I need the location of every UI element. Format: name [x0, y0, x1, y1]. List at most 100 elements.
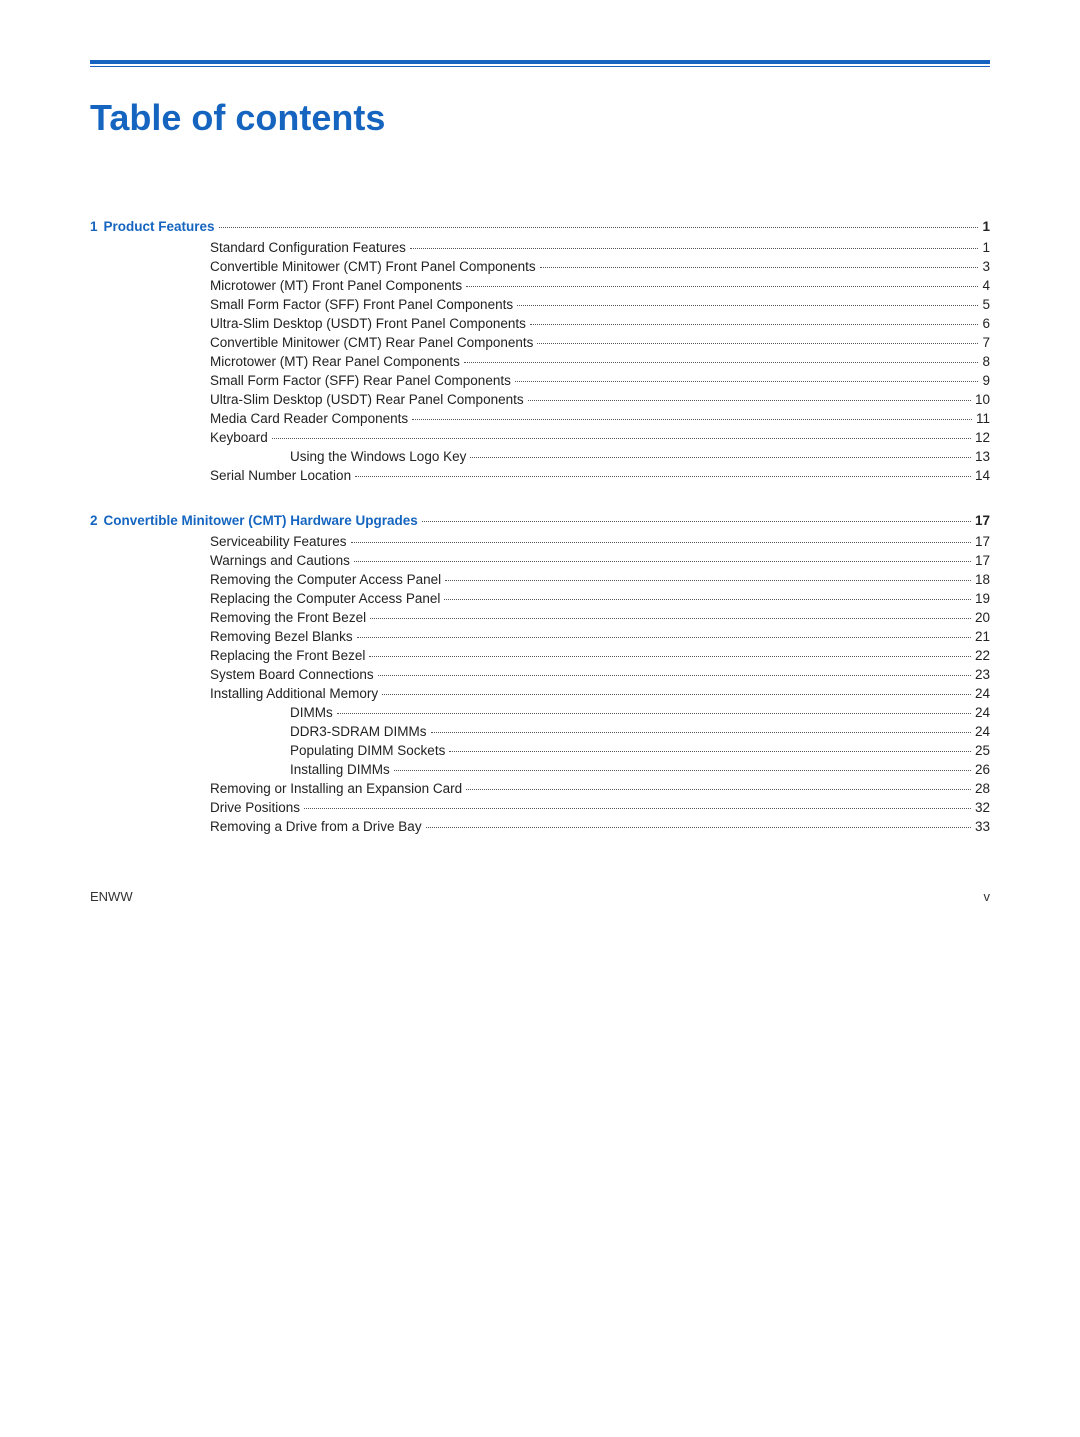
toc-entry-label: Small Form Factor (SFF) Rear Panel Compo… — [210, 373, 511, 388]
toc-entry-page: 32 — [975, 800, 990, 815]
toc-dots — [382, 694, 971, 695]
toc-entry[interactable]: Convertible Minitower (CMT) Rear Panel C… — [90, 335, 990, 350]
toc-entry-label: Installing Additional Memory — [210, 686, 378, 701]
toc-entry-page: 7 — [982, 335, 990, 350]
page-container: Table of contents 1Product Features1Stan… — [0, 0, 1080, 944]
toc-dots — [464, 362, 979, 363]
toc-entry[interactable]: Media Card Reader Components11 — [90, 411, 990, 426]
toc-entry[interactable]: Microtower (MT) Front Panel Components 4 — [90, 278, 990, 293]
toc-entry[interactable]: Replacing the Computer Access Panel19 — [90, 591, 990, 606]
toc-dots — [515, 381, 979, 382]
toc-entry[interactable]: Ultra-Slim Desktop (USDT) Rear Panel Com… — [90, 392, 990, 407]
toc-entry[interactable]: Populating DIMM Sockets 25 — [90, 743, 990, 758]
toc-entry[interactable]: Small Form Factor (SFF) Rear Panel Compo… — [90, 373, 990, 388]
toc-entry[interactable]: Replacing the Front Bezel22 — [90, 648, 990, 663]
toc-entry[interactable]: Installing DIMMs26 — [90, 762, 990, 777]
toc-entry-page: 1 — [982, 240, 990, 255]
toc-entry-label: Removing the Front Bezel — [210, 610, 366, 625]
toc-entry[interactable]: Drive Positions32 — [90, 800, 990, 815]
toc-dots — [369, 656, 971, 657]
toc-entry[interactable]: DIMMs24 — [90, 705, 990, 720]
chapter-entry-1[interactable]: 1Product Features1 — [90, 219, 990, 234]
toc-content: 1Product Features1Standard Configuration… — [90, 219, 990, 834]
toc-entry[interactable]: Removing the Computer Access Panel18 — [90, 572, 990, 587]
toc-entry-page: 23 — [975, 667, 990, 682]
toc-entry-page: 25 — [975, 743, 990, 758]
top-border-thick — [90, 60, 990, 64]
chapter-entry-2[interactable]: 2Convertible Minitower (CMT) Hardware Up… — [90, 513, 990, 528]
toc-entry-page: 12 — [975, 430, 990, 445]
toc-dots — [412, 419, 972, 420]
toc-entry-label: Removing a Drive from a Drive Bay — [210, 819, 422, 834]
toc-dots — [337, 713, 971, 714]
toc-entry-label: Replacing the Computer Access Panel — [210, 591, 440, 606]
footer-right: v — [984, 889, 991, 904]
toc-entry[interactable]: Convertible Minitower (CMT) Front Panel … — [90, 259, 990, 274]
chapter-label: Product Features — [104, 219, 215, 234]
toc-entry-label: Small Form Factor (SFF) Front Panel Comp… — [210, 297, 513, 312]
toc-dots — [470, 457, 971, 458]
toc-entry-page: 3 — [982, 259, 990, 274]
toc-entry-page: 13 — [975, 449, 990, 464]
toc-entry[interactable]: Small Form Factor (SFF) Front Panel Comp… — [90, 297, 990, 312]
toc-entry-page: 17 — [975, 553, 990, 568]
toc-entry[interactable]: Microtower (MT) Rear Panel Components 8 — [90, 354, 990, 369]
toc-dots — [528, 400, 971, 401]
toc-entry-page: 9 — [982, 373, 990, 388]
toc-entry-page: 4 — [982, 278, 990, 293]
toc-dots — [370, 618, 971, 619]
toc-entry-label: Removing Bezel Blanks — [210, 629, 353, 644]
toc-entry[interactable]: Serial Number Location 14 — [90, 468, 990, 483]
toc-entry[interactable]: Removing a Drive from a Drive Bay33 — [90, 819, 990, 834]
toc-entry[interactable]: System Board Connections 23 — [90, 667, 990, 682]
toc-entry-page: 6 — [982, 316, 990, 331]
toc-dots — [449, 751, 971, 752]
toc-entry[interactable]: Standard Configuration Features1 — [90, 240, 990, 255]
top-border-thin — [90, 66, 990, 67]
toc-entry-label: Removing the Computer Access Panel — [210, 572, 441, 587]
toc-dots — [540, 267, 979, 268]
toc-entry-page: 24 — [975, 724, 990, 739]
toc-entry-label: Using the Windows Logo Key — [290, 449, 466, 464]
toc-entry[interactable]: Using the Windows Logo Key 13 — [90, 449, 990, 464]
toc-entry[interactable]: Removing the Front Bezel20 — [90, 610, 990, 625]
toc-dots — [410, 248, 979, 249]
toc-dots — [272, 438, 971, 439]
toc-entry-page: 8 — [982, 354, 990, 369]
toc-entry-page: 28 — [975, 781, 990, 796]
chapter-page: 1 — [982, 219, 990, 234]
toc-entry-label: Serial Number Location — [210, 468, 351, 483]
toc-entry[interactable]: Warnings and Cautions17 — [90, 553, 990, 568]
toc-dots — [466, 286, 978, 287]
toc-entry-page: 17 — [975, 534, 990, 549]
toc-dots — [537, 343, 978, 344]
toc-dots — [431, 732, 971, 733]
toc-dots — [351, 542, 971, 543]
toc-dots — [466, 789, 971, 790]
toc-entry[interactable]: Removing Bezel Blanks 21 — [90, 629, 990, 644]
toc-entry[interactable]: Installing Additional Memory 24 — [90, 686, 990, 701]
toc-entry-label: Microtower (MT) Front Panel Components — [210, 278, 462, 293]
toc-entry-label: Ultra-Slim Desktop (USDT) Rear Panel Com… — [210, 392, 524, 407]
toc-entry[interactable]: Removing or Installing an Expansion Card… — [90, 781, 990, 796]
chapter-page: 17 — [975, 513, 990, 528]
toc-entry-label: DDR3-SDRAM DIMMs — [290, 724, 427, 739]
toc-dots — [354, 561, 971, 562]
toc-entry-page: 14 — [975, 468, 990, 483]
toc-entry-page: 24 — [975, 686, 990, 701]
toc-entry[interactable]: Serviceability Features17 — [90, 534, 990, 549]
toc-entry-label: System Board Connections — [210, 667, 374, 682]
toc-entry-page: 21 — [975, 629, 990, 644]
toc-dots — [517, 305, 978, 306]
toc-entry-label: Convertible Minitower (CMT) Front Panel … — [210, 259, 536, 274]
toc-dots — [530, 324, 979, 325]
toc-entry-page: 10 — [975, 392, 990, 407]
toc-entry[interactable]: Ultra-Slim Desktop (USDT) Front Panel Co… — [90, 316, 990, 331]
toc-entry-label: Microtower (MT) Rear Panel Components — [210, 354, 460, 369]
toc-entry-label: Populating DIMM Sockets — [290, 743, 445, 758]
toc-dots — [357, 637, 971, 638]
toc-entry-label: Convertible Minitower (CMT) Rear Panel C… — [210, 335, 533, 350]
toc-entry[interactable]: Keyboard12 — [90, 430, 990, 445]
toc-entry[interactable]: DDR3-SDRAM DIMMs 24 — [90, 724, 990, 739]
toc-entry-label: DIMMs — [290, 705, 333, 720]
